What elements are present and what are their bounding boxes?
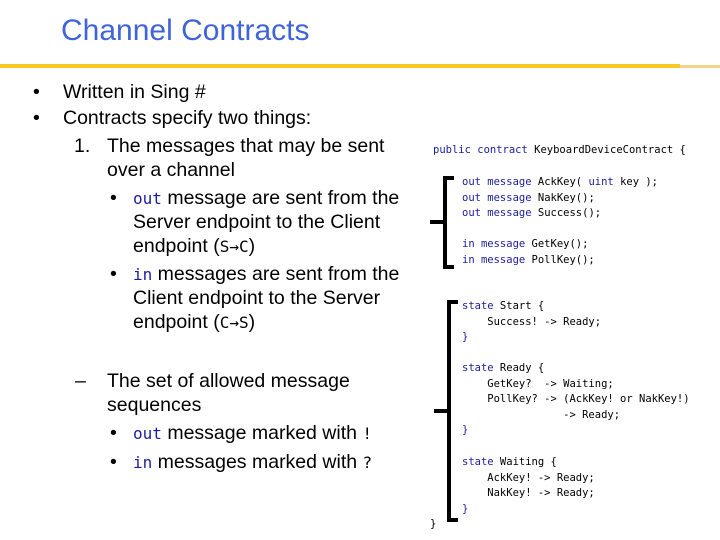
code-state-waiting: state Waiting { AckKey! -> Ready; NakKey… — [462, 456, 595, 515]
code-state-ready: state Ready { GetKey? -> Waiting; PollKe… — [462, 362, 690, 436]
in-keyword: in — [133, 453, 153, 472]
code-line: out message Success(); — [462, 207, 602, 219]
code-line: out message NakKey(); — [462, 191, 595, 204]
bullet-marker: • — [110, 451, 117, 473]
item-messages-line1: The messages that may be sent — [107, 135, 385, 157]
sub-bullet-out-marked: out message marked with ! — [133, 422, 373, 444]
sub-bullet-out-messages: out message are sent from the — [133, 187, 400, 209]
code-state-start: state Start { Success! -> Ready;} — [462, 300, 602, 343]
bullet-marker: • — [110, 187, 117, 209]
sub-bullet-in-marked: in messages marked with ? — [133, 451, 373, 473]
out-keyword: out — [133, 189, 162, 208]
question-symbol: ? — [362, 453, 373, 472]
code-line: out message AckKey( uint key ); — [462, 176, 659, 188]
code-contract-header: public contract KeyboardDeviceContract { — [433, 144, 686, 156]
bullet-contracts-specify: Contracts specify two things: — [63, 107, 312, 129]
code-line: in message PollKey(); — [462, 253, 595, 266]
sub-bullet-in-messages: in messages are sent from the — [133, 263, 400, 285]
direction-s-to-c: S→C — [219, 237, 249, 256]
code-message-list: out message AckKey( uint key ); out messa… — [462, 175, 658, 268]
direction-c-to-s: C→S — [219, 313, 249, 332]
sub-bullet-in-line3: endpoint (C→S) — [133, 311, 256, 333]
title-underline-tail — [680, 65, 720, 68]
out-keyword: out — [133, 424, 162, 443]
bullet-written-in-sing: Written in Sing # — [63, 81, 206, 103]
bullet-marker: • — [33, 81, 40, 103]
slide-title: Channel Contracts — [61, 14, 310, 47]
dash-marker: – — [75, 370, 86, 392]
code-final-brace: } — [430, 518, 437, 530]
sub-bullet-out-line3: endpoint (S→C) — [133, 235, 256, 257]
bullet-marker: • — [33, 107, 40, 129]
item-sequences-line1: The set of allowed message — [107, 370, 350, 392]
uint-keyword: uint — [588, 176, 614, 188]
item-sequences-line2: sequences — [107, 394, 202, 416]
bang-symbol: ! — [362, 424, 373, 443]
sub-bullet-in-line2: Client endpoint to the Server — [133, 287, 381, 309]
title-underline — [0, 64, 680, 68]
number-marker-1: 1. — [74, 135, 91, 157]
code-line: in message GetKey(); — [462, 238, 589, 250]
in-keyword: in — [133, 265, 153, 284]
bullet-marker: • — [110, 422, 117, 444]
item-messages-line2: over a channel — [107, 159, 235, 181]
bullet-marker: • — [110, 263, 117, 285]
sub-bullet-out-line2: Server endpoint to the Client — [133, 211, 381, 233]
